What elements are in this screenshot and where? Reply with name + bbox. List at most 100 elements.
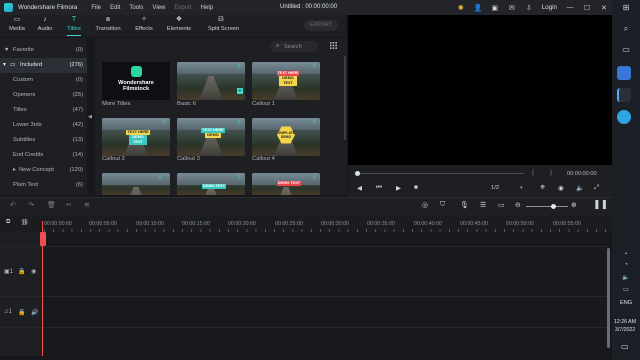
input-language[interactable]: ENG	[620, 300, 632, 306]
play-icon[interactable]: ▶	[396, 184, 401, 192]
add-icon[interactable]: +	[237, 88, 243, 94]
category-openers[interactable]: Openers (25)	[0, 88, 87, 103]
zoom-slider-handle[interactable]	[551, 204, 556, 209]
cut-icon[interactable]: ✂	[66, 201, 72, 209]
download-icon[interactable]: ⇩	[237, 64, 243, 70]
download-icon[interactable]: ⇩	[312, 64, 318, 70]
title-thumbnail[interactable]: TEXT HERE DEMO ⇩	[177, 118, 245, 156]
title-thumbnail[interactable]: ⇩ +	[177, 62, 245, 100]
export-button[interactable]: EXPORT	[304, 20, 338, 31]
title-thumbnail[interactable]: DEMO TEXT ⇩	[177, 173, 245, 195]
step-back-icon[interactable]: ⏮	[376, 184, 382, 192]
folder-icon[interactable]: ▭	[617, 45, 635, 57]
download-icon[interactable]: ⇩	[237, 120, 243, 126]
tab-elements[interactable]: ❖ Elements	[166, 16, 192, 32]
category-lower-3rds[interactable]: Lower 3rds (42)	[0, 118, 87, 133]
menu-file[interactable]: File	[91, 5, 101, 11]
speaker-icon[interactable]: 🔈	[617, 274, 635, 286]
title-thumbnail[interactable]: TEXT HERE DEMO TEXT ⇩	[252, 62, 320, 100]
tab-split-screen[interactable]: ⊟ Split Screen	[208, 16, 239, 32]
maximize-icon[interactable]: ☐	[583, 4, 591, 12]
zoom-out-icon[interactable]: ⊖	[515, 201, 521, 209]
scrubber-handle[interactable]	[355, 171, 360, 176]
download-icon[interactable]: ⇩	[312, 175, 318, 181]
notification-icon[interactable]: ▭	[621, 342, 629, 351]
download-icon[interactable]: ⇩	[525, 4, 533, 12]
link-icon[interactable]: ⛓	[21, 219, 29, 226]
audio-waveform-icon[interactable]: ≋	[84, 201, 90, 209]
category-custom[interactable]: Custom (0)	[0, 73, 87, 88]
lightbulb-icon[interactable]: ✺	[457, 4, 465, 12]
eye-icon[interactable]: ◉	[31, 268, 36, 275]
windows-start-icon[interactable]: ⊞	[617, 3, 635, 15]
lock-icon[interactable]: 🔒	[18, 268, 25, 275]
close-icon[interactable]: ✕	[600, 4, 608, 12]
library-scrollbar[interactable]	[344, 56, 346, 140]
tab-transition[interactable]: ⧈ Transition	[95, 16, 121, 32]
grid-view-icon[interactable]	[330, 42, 337, 49]
tab-titles[interactable]: T Titles	[61, 16, 87, 32]
network-icon[interactable]: ◔	[617, 262, 635, 274]
playhead-handle[interactable]	[40, 232, 46, 246]
tab-media[interactable]: ▭ Media	[4, 16, 30, 32]
download-icon[interactable]: ⇩	[158, 175, 164, 181]
delete-icon[interactable]: 🗑	[47, 201, 56, 209]
lock-icon[interactable]: 🔒	[18, 309, 25, 316]
battery-icon[interactable]: ▭	[617, 286, 635, 298]
tab-audio[interactable]: ♪ Audio	[32, 16, 58, 32]
clock-time[interactable]: 12:26 AM	[614, 319, 636, 325]
minimize-icon[interactable]: —	[566, 4, 574, 12]
previous-frame-icon[interactable]: ◀	[357, 184, 362, 192]
volume-icon[interactable]: 🔈	[576, 184, 584, 192]
collapse-panel-icon[interactable]: ◀	[88, 114, 92, 120]
category-included[interactable]: ▾ ▭ Included (276)	[0, 58, 87, 73]
redo-icon[interactable]: ↷	[28, 201, 34, 209]
menu-tools[interactable]: Tools	[129, 5, 143, 11]
track-area[interactable]	[44, 232, 608, 356]
save-icon[interactable]: ▣	[491, 4, 499, 12]
menu-export[interactable]: Export	[174, 5, 191, 11]
category-subtitles[interactable]: Subtitles (13)	[0, 133, 87, 148]
download-icon[interactable]: ⇩	[162, 120, 168, 126]
timeline-scrollbar[interactable]	[607, 248, 610, 348]
edge-browser-icon[interactable]	[617, 66, 631, 80]
category-plain-text[interactable]: Plain Text (6)	[0, 178, 87, 193]
search-icon[interactable]: ⌕	[617, 24, 635, 36]
download-icon[interactable]: ⇩	[312, 120, 318, 126]
mail-icon[interactable]: ✉	[508, 4, 516, 12]
menu-help[interactable]: Help	[201, 5, 213, 11]
screen-icon[interactable]: ▭	[498, 201, 505, 209]
snapshot-icon[interactable]: ◉	[558, 184, 564, 192]
title-thumbnail[interactable]: TEMPLATE DEMO ⇩	[252, 118, 320, 156]
preview-quality[interactable]: 1/2	[491, 185, 499, 191]
title-thumbnail[interactable]: TEXT HERE DEMO TEXT ⇩	[102, 118, 170, 156]
volume-icon[interactable]: 🔊	[31, 309, 38, 316]
title-thumbnail[interactable]: DEMO TEXT ⇩	[252, 173, 320, 195]
undo-icon[interactable]: ↶	[10, 201, 16, 209]
login-link[interactable]: Login	[542, 4, 557, 11]
title-thumbnail[interactable]: ⇩	[102, 173, 170, 195]
app-taskbar-icon[interactable]	[617, 110, 631, 124]
menu-view[interactable]: View	[152, 5, 165, 11]
render-icon[interactable]: ◎	[422, 201, 428, 209]
render-preview-icon[interactable]: ⎈	[540, 184, 545, 192]
zoom-in-icon[interactable]: ⊕	[571, 201, 577, 209]
marker-icon[interactable]: ⛉	[440, 201, 445, 209]
mixer-icon[interactable]: ☰	[480, 201, 486, 209]
title-thumbnail[interactable]: Wondershare Filmstock	[102, 62, 170, 100]
zoom-slider[interactable]	[526, 206, 568, 207]
pause-bars-icon[interactable]: ❚❚	[593, 199, 608, 210]
mark-in-out-icon[interactable]: {}	[532, 170, 568, 176]
fullscreen-icon[interactable]: ⤢	[594, 184, 599, 192]
download-icon[interactable]: ⇩	[237, 175, 243, 181]
category-favorite[interactable]: ♥ Favorite (0)	[0, 43, 87, 58]
stop-icon[interactable]: ■	[414, 184, 418, 191]
filmora-taskbar-icon[interactable]	[617, 88, 631, 102]
category-end-credits[interactable]: End Credits (14)	[0, 148, 87, 163]
menu-edit[interactable]: Edit	[110, 5, 120, 11]
category-titles[interactable]: Titles (47)	[0, 103, 87, 118]
add-track-icon[interactable]: ⧉	[6, 219, 10, 226]
account-icon[interactable]: 👤	[474, 4, 483, 12]
tab-effects[interactable]: ✧ Effects	[131, 16, 157, 32]
chevron-down-icon[interactable]: ▾	[520, 185, 523, 191]
